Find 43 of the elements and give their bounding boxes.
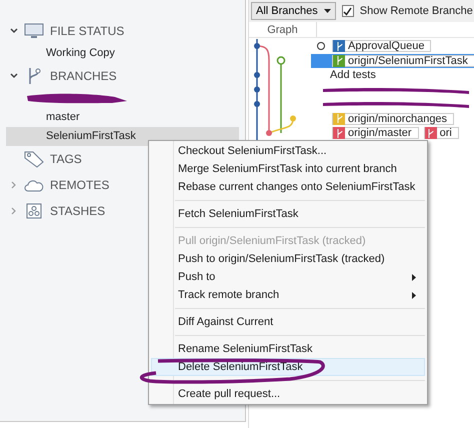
menu-item[interactable]: Merge SeleniumFirstTask into current branch [151, 160, 425, 178]
menu-item[interactable]: Rename SeleniumFirstTask [151, 340, 425, 358]
section-heading[interactable]: STASHES [50, 202, 106, 220]
chevron-right-icon[interactable] [11, 207, 17, 215]
branch-name: origin/SeleniumFirstTask [348, 54, 468, 68]
menu-item[interactable]: Fetch SeleniumFirstTask [151, 205, 425, 223]
branch-name: origin/minorchanges [348, 112, 448, 126]
column-header[interactable]: Graph [249, 22, 317, 37]
chevron-down-icon[interactable] [10, 28, 18, 34]
stash-icon [26, 203, 42, 219]
branch-filter-dropdown[interactable]: All Branches [251, 2, 336, 20]
commit-message: Add tests [329, 68, 376, 83]
branch-name: origin/master [348, 126, 412, 141]
commit-row[interactable]: Add tests [311, 68, 474, 82]
checkbox-label: Show Remote Branche [360, 4, 473, 19]
commit-row[interactable]: ApprovalQueue [311, 39, 474, 54]
commit-row[interactable]: origin/SeleniumFirstTask [311, 54, 474, 68]
menu-item[interactable]: Push to [151, 268, 425, 286]
commit-row[interactable]: origin/master ori [311, 126, 474, 140]
branch-item[interactable]: Working Copy [6, 44, 239, 63]
branch-name: ApprovalQueue [348, 39, 424, 54]
branch-name: ori [440, 126, 452, 141]
submenu-arrow-icon [412, 274, 416, 280]
section-heading[interactable]: BRANCHES [50, 67, 117, 85]
head-marker-icon [317, 42, 325, 50]
tag-icon [24, 150, 44, 168]
monitor-icon [24, 23, 44, 39]
commit-row[interactable]: origin/minorchanges [311, 112, 474, 126]
chevron-down-icon[interactable] [10, 73, 18, 79]
section-heading[interactable]: FILE STATUS [50, 22, 124, 40]
section-heading[interactable]: TAGS [50, 150, 82, 168]
menu-item[interactable]: Diff Against Current [151, 313, 425, 331]
checkbox[interactable] [342, 5, 354, 17]
menu-item[interactable]: Rebase current changes onto SeleniumFirstTask [151, 178, 425, 196]
branch-item[interactable]: master [6, 108, 239, 127]
chevron-right-icon[interactable] [11, 181, 17, 189]
submenu-arrow-icon [412, 292, 416, 298]
menu-item[interactable]: Push to origin/SeleniumFirstTask (tracked) [151, 250, 425, 268]
section-heading[interactable]: REMOTES [50, 176, 110, 194]
menu-item[interactable]: Create pull request... [151, 385, 425, 403]
menu-item[interactable]: Track remote branch [151, 286, 425, 304]
cloud-icon [24, 178, 44, 192]
dropdown-arrow-icon [324, 9, 331, 13]
